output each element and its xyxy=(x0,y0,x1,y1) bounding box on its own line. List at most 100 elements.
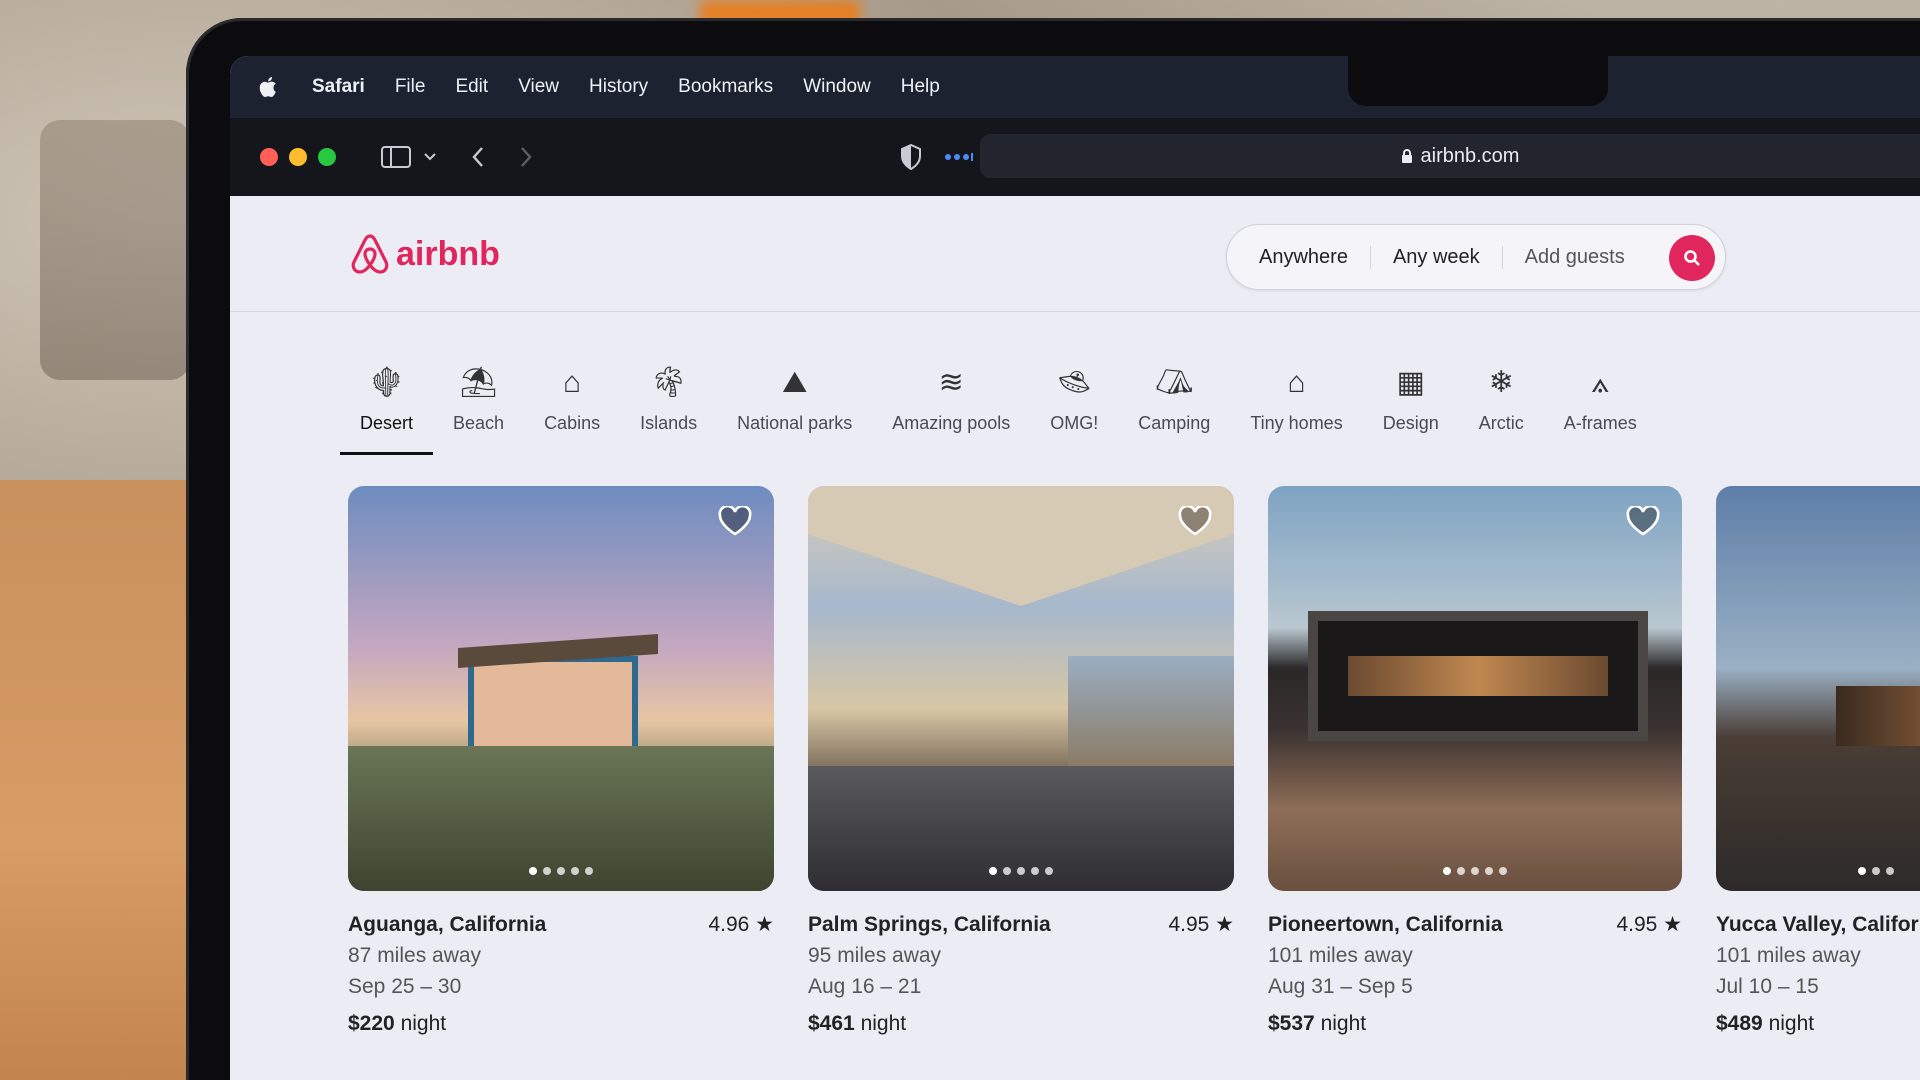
menu-app-name[interactable]: Safari xyxy=(312,76,365,98)
sidebar-toggle-icon[interactable] xyxy=(381,146,411,168)
listing-card[interactable]: Palm Springs, California 4.95 ★ 95 miles… xyxy=(808,486,1234,1039)
search-bar[interactable]: Anywhere Any week Add guests xyxy=(1226,224,1726,290)
listing-photo[interactable] xyxy=(1268,486,1682,891)
forward-button[interactable] xyxy=(519,146,533,168)
category-label: Cabins xyxy=(544,413,601,433)
a-frame-icon: ⟑ xyxy=(1591,366,1610,399)
category-bar: 🌵︎ Desert ⛱︎ Beach ⌂ Cabins 🌴︎ Islands ⛰… xyxy=(340,361,1657,455)
cabin-icon: ⌂ xyxy=(563,366,582,399)
category-camping[interactable]: ⛺︎ Camping xyxy=(1118,361,1230,455)
more-dots-icon[interactable] xyxy=(944,152,974,162)
search-any-week[interactable]: Any week xyxy=(1371,245,1503,269)
ceiling-shape xyxy=(808,486,1234,606)
zoom-window-button[interactable] xyxy=(318,148,336,166)
category-beach[interactable]: ⛱︎ Beach xyxy=(433,361,524,455)
listing-rating: 4.95 xyxy=(1616,913,1658,936)
laptop-screen: Safari File Edit View History Bookmarks … xyxy=(230,56,1920,1080)
airbnb-belo-icon xyxy=(351,234,389,274)
search-button[interactable] xyxy=(1669,235,1715,281)
listing-price: $461 xyxy=(808,1012,855,1035)
heart-icon[interactable] xyxy=(1178,506,1212,536)
listing-card[interactable]: Aguanga, California 4.96 ★ 87 miles away… xyxy=(348,486,774,1039)
category-arctic[interactable]: ❄︎ Arctic xyxy=(1459,361,1544,455)
tent-icon: ⛺︎ xyxy=(1155,366,1194,399)
category-label: A-frames xyxy=(1563,413,1637,433)
listing-distance: 101 miles away xyxy=(1268,944,1413,967)
heart-icon[interactable] xyxy=(1626,506,1660,536)
category-label: Desert xyxy=(360,413,414,433)
photo-pager[interactable] xyxy=(989,867,1053,875)
category-label: Beach xyxy=(453,413,505,433)
category-tiny-homes[interactable]: ⌂ Tiny homes xyxy=(1230,361,1362,455)
category-cabins[interactable]: ⌂ Cabins xyxy=(524,361,620,455)
category-label: Islands xyxy=(640,413,698,433)
back-button[interactable] xyxy=(471,146,485,168)
chevron-down-icon[interactable] xyxy=(423,152,437,162)
category-a-frames[interactable]: ⟑ A-frames xyxy=(1544,361,1657,455)
listing-dates: Jul 10 – 15 xyxy=(1716,975,1819,998)
category-label: OMG! xyxy=(1050,413,1099,433)
pool-icon: ≋ xyxy=(938,366,964,399)
umbrella-icon: ⛱︎ xyxy=(459,366,498,399)
menu-bookmarks[interactable]: Bookmarks xyxy=(678,76,773,98)
listing-rating: 4.95 xyxy=(1168,913,1210,936)
menu-window[interactable]: Window xyxy=(803,76,871,98)
listing-dates: Sep 25 – 30 xyxy=(348,975,462,998)
photo-pager[interactable] xyxy=(1858,867,1894,875)
menu-help[interactable]: Help xyxy=(901,76,940,98)
category-national-parks[interactable]: ⛰︎ National parks xyxy=(717,361,872,455)
listing-info: Yucca Valley, Califor 101 miles away Jul… xyxy=(1716,909,1920,1039)
category-label: Arctic xyxy=(1478,413,1524,433)
url-text: airbnb.com xyxy=(1420,144,1520,167)
menu-history[interactable]: History xyxy=(589,76,648,98)
address-bar[interactable]: airbnb.com xyxy=(980,134,1920,178)
minimize-window-button[interactable] xyxy=(289,148,307,166)
listing-rating: 4.96 xyxy=(708,913,750,936)
mountain-window-shape xyxy=(1068,656,1234,766)
listing-distance: 95 miles away xyxy=(808,944,942,967)
mac-menubar: Safari File Edit View History Bookmarks … xyxy=(230,56,1920,118)
listing-location: Yucca Valley, Califor xyxy=(1716,913,1919,936)
category-omg[interactable]: 🛸︎ OMG! xyxy=(1030,361,1118,455)
apple-icon[interactable] xyxy=(258,75,280,99)
category-islands[interactable]: 🌴︎ Islands xyxy=(620,361,717,455)
listing-photo[interactable] xyxy=(808,486,1234,891)
category-amazing-pools[interactable]: ≋ Amazing pools xyxy=(872,361,1030,455)
category-desert[interactable]: 🌵︎ Desert xyxy=(340,361,434,455)
category-label: Amazing pools xyxy=(892,413,1011,433)
brand-name: airbnb xyxy=(396,234,500,273)
category-label: Camping xyxy=(1138,413,1211,433)
search-anywhere[interactable]: Anywhere xyxy=(1259,245,1371,269)
cactus-icon: 🌵︎ xyxy=(367,366,406,399)
listing-dates: Aug 16 – 21 xyxy=(808,975,922,998)
camera-notch xyxy=(1348,56,1608,106)
listing-price: $489 xyxy=(1716,1012,1763,1035)
photo-pager[interactable] xyxy=(529,867,593,875)
listing-location: Palm Springs, California xyxy=(808,913,1051,936)
heart-icon[interactable] xyxy=(718,506,752,536)
listing-photo[interactable] xyxy=(1716,486,1920,891)
search-add-guests[interactable]: Add guests xyxy=(1503,246,1647,269)
listing-price: $220 xyxy=(348,1012,395,1035)
menu-file[interactable]: File xyxy=(395,76,426,98)
listing-card[interactable]: Yucca Valley, Califor 101 miles away Jul… xyxy=(1716,486,1920,1039)
menu-view[interactable]: View xyxy=(518,76,559,98)
close-window-button[interactable] xyxy=(260,148,278,166)
listing-card[interactable]: Pioneertown, California 4.95 ★ 101 miles… xyxy=(1268,486,1682,1039)
category-design[interactable]: ▦ Design xyxy=(1363,361,1459,455)
snowflake-icon: ❄︎ xyxy=(1488,366,1514,399)
photo-pager[interactable] xyxy=(1443,867,1507,875)
menu-edit[interactable]: Edit xyxy=(455,76,488,98)
palm-icon: 🌴︎ xyxy=(649,366,688,399)
listing-info: Aguanga, California 4.96 ★ 87 miles away… xyxy=(348,909,774,1039)
building-icon: ▦ xyxy=(1396,366,1425,399)
listing-photo[interactable] xyxy=(348,486,774,891)
shield-icon[interactable] xyxy=(900,144,922,170)
listing-info: Pioneertown, California 4.95 ★ 101 miles… xyxy=(1268,909,1682,1039)
listing-location: Aguanga, California xyxy=(348,913,547,936)
listing-grid: Aguanga, California 4.96 ★ 87 miles away… xyxy=(348,486,1920,1039)
category-label: Design xyxy=(1382,413,1439,433)
lit-windows-shape xyxy=(1348,656,1608,696)
airbnb-logo[interactable]: airbnb xyxy=(350,232,500,276)
lock-icon xyxy=(1401,149,1412,163)
